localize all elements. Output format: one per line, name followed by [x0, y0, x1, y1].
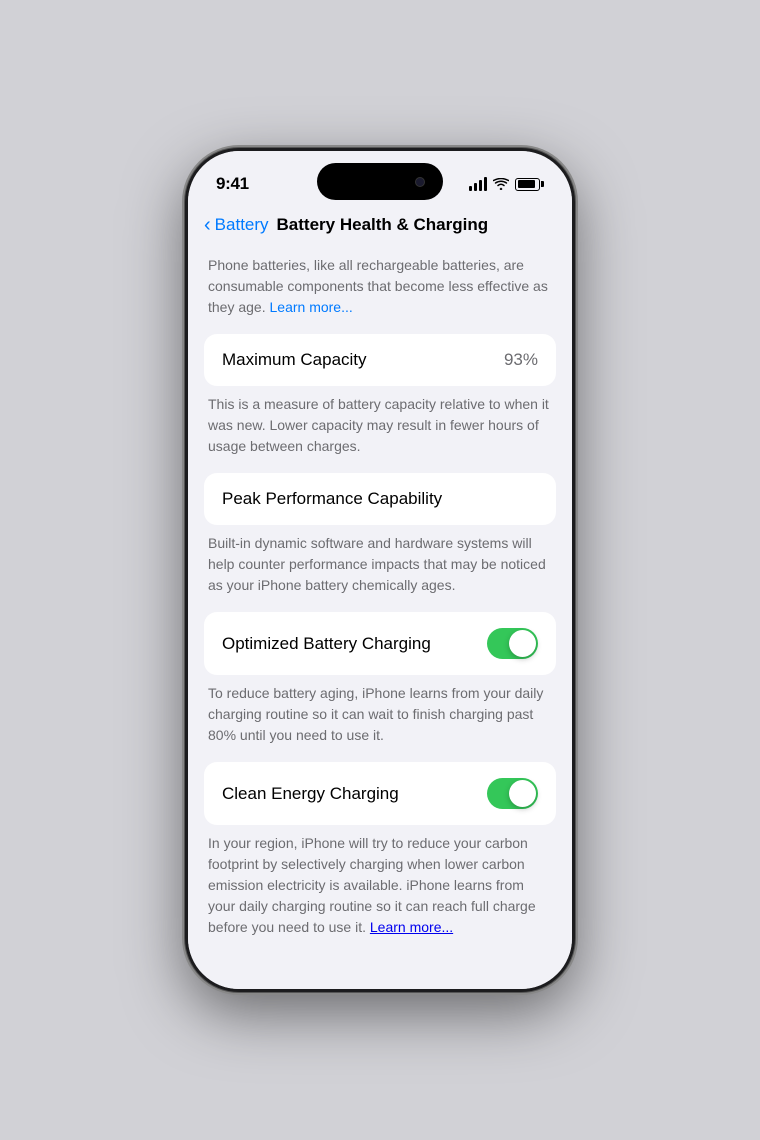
- status-icons: [469, 177, 544, 191]
- optimized-charging-row: Optimized Battery Charging: [222, 628, 538, 659]
- max-capacity-row: Maximum Capacity 93%: [222, 350, 538, 370]
- optimized-charging-card[interactable]: Optimized Battery Charging: [204, 612, 556, 675]
- peak-performance-label: Peak Performance Capability: [222, 489, 442, 509]
- optimized-charging-toggle[interactable]: [487, 628, 538, 659]
- signal-icon: [469, 177, 487, 191]
- clean-energy-row: Clean Energy Charging: [222, 778, 538, 809]
- intro-description: Phone batteries, like all rechargeable b…: [188, 251, 572, 334]
- clean-energy-label: Clean Energy Charging: [222, 784, 399, 804]
- peak-performance-description: Built-in dynamic software and hardware s…: [188, 525, 572, 612]
- back-chevron-icon: ‹: [204, 215, 211, 235]
- optimized-charging-label: Optimized Battery Charging: [222, 634, 431, 654]
- optimized-charging-description: To reduce battery aging, iPhone learns f…: [188, 675, 572, 762]
- peak-performance-card: Peak Performance Capability: [204, 473, 556, 525]
- screen-content: ‹ Battery Battery Health & Charging Phon…: [188, 203, 572, 989]
- learn-more-link-1[interactable]: Learn more...: [270, 299, 353, 315]
- clean-energy-toggle[interactable]: [487, 778, 538, 809]
- toggle-knob: [509, 630, 536, 657]
- phone-screen: 9:41: [188, 151, 572, 989]
- phone-device: 9:41: [185, 148, 575, 992]
- max-capacity-description: This is a measure of battery capacity re…: [188, 386, 572, 473]
- max-capacity-label: Maximum Capacity: [222, 350, 367, 370]
- clean-energy-card[interactable]: Clean Energy Charging: [204, 762, 556, 825]
- maximum-capacity-card: Maximum Capacity 93%: [204, 334, 556, 386]
- battery-icon: [515, 178, 544, 191]
- page-title: Battery Health & Charging: [277, 215, 489, 235]
- dynamic-island: [317, 163, 443, 200]
- nav-header: ‹ Battery Battery Health & Charging: [188, 203, 572, 251]
- max-capacity-value: 93%: [504, 350, 538, 370]
- back-label[interactable]: Battery: [215, 215, 269, 235]
- camera-dot: [415, 177, 425, 187]
- clean-energy-toggle-knob: [509, 780, 536, 807]
- peak-performance-row: Peak Performance Capability: [222, 489, 538, 509]
- clean-energy-description: In your region, iPhone will try to reduc…: [188, 825, 572, 954]
- learn-more-link-2[interactable]: Learn more...: [370, 919, 453, 935]
- status-time: 9:41: [216, 174, 249, 194]
- back-button[interactable]: ‹ Battery: [204, 211, 269, 239]
- wifi-icon: [493, 178, 509, 190]
